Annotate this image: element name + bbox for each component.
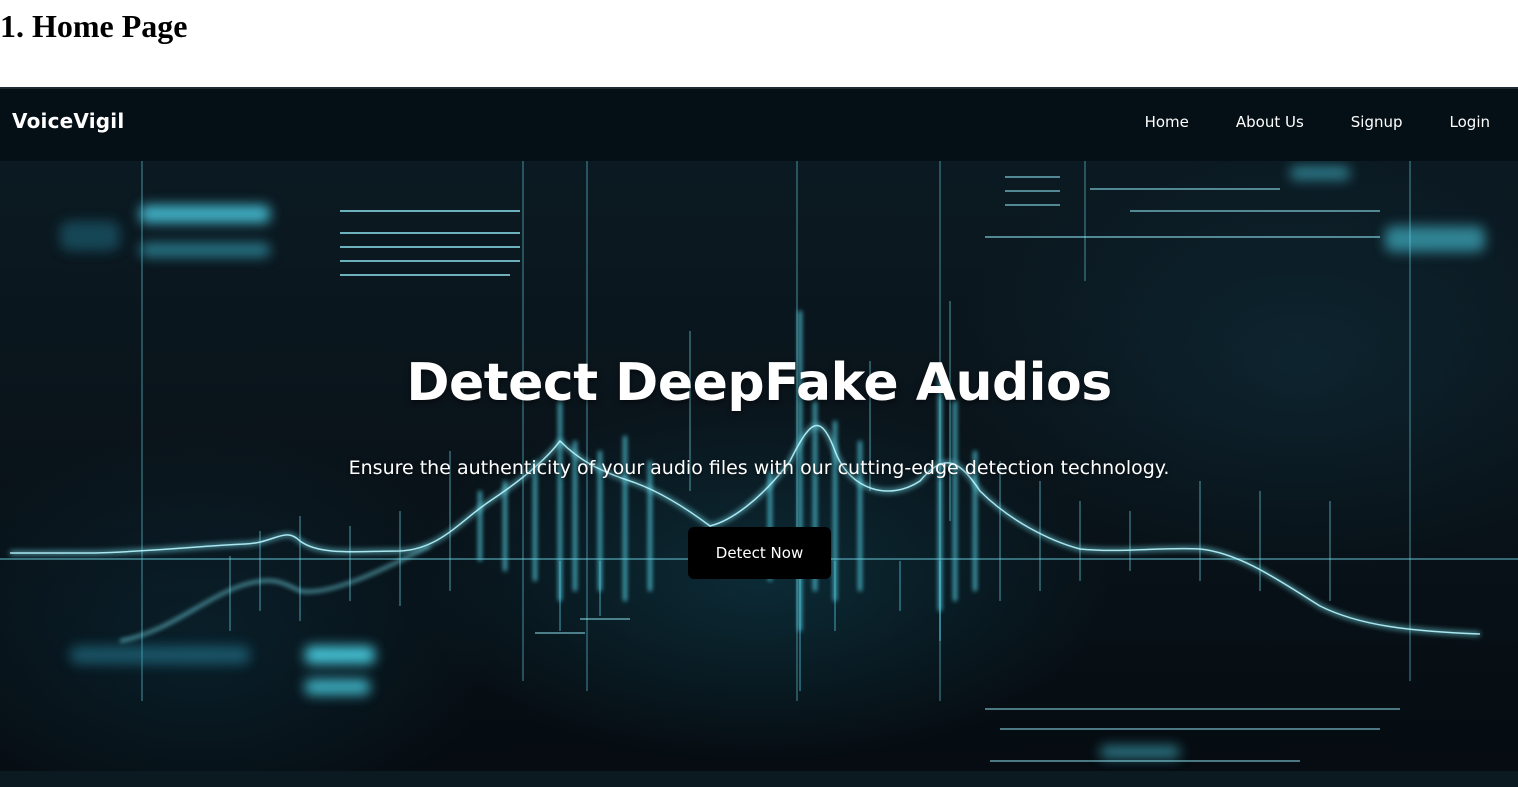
nav-link-about-us[interactable]: About Us — [1236, 113, 1304, 131]
brand-logo[interactable]: VoiceVigil — [12, 109, 124, 133]
hero-content: Detect DeepFake Audios Ensure the authen… — [0, 161, 1518, 771]
hero-subtitle: Ensure the authenticity of your audio fi… — [348, 457, 1170, 479]
document-heading: 1. Home Page — [0, 8, 188, 44]
nav-link-home[interactable]: Home — [1145, 113, 1189, 131]
hero-section: Detect DeepFake Audios Ensure the authen… — [0, 161, 1518, 771]
nav-link-signup[interactable]: Signup — [1351, 113, 1403, 131]
detect-now-button[interactable]: Detect Now — [688, 527, 831, 579]
nav-link-login[interactable]: Login — [1450, 113, 1490, 131]
hero-title: Detect DeepFake Audios — [406, 353, 1112, 413]
footer-strip — [0, 771, 1518, 787]
navbar: VoiceVigil Home About Us Signup Login — [0, 87, 1518, 161]
nav-links: Home About Us Signup Login — [1098, 113, 1490, 131]
app-screenshot: VoiceVigil Home About Us Signup Login De… — [0, 87, 1518, 787]
